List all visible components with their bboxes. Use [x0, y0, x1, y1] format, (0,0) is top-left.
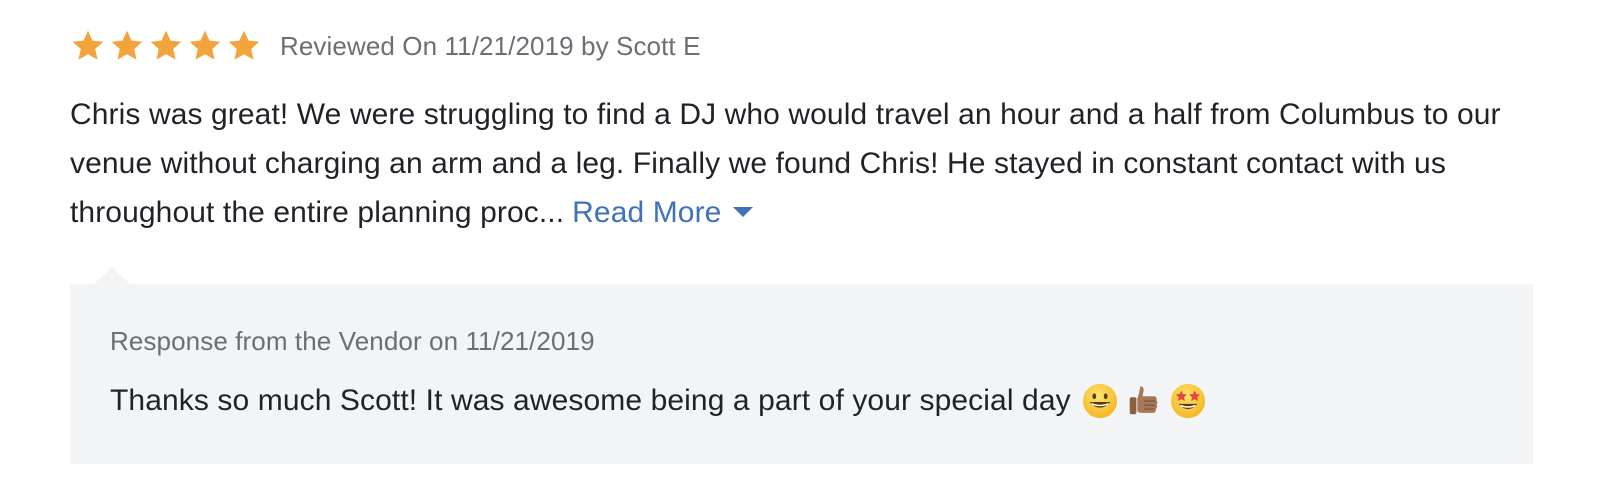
- read-more-link[interactable]: Read More: [572, 196, 754, 229]
- review-card: Reviewed On 11/21/2019 by Scott E Chris …: [70, 22, 1540, 237]
- star-struck-emoji: [1170, 383, 1205, 419]
- response-emojis: [1081, 382, 1207, 420]
- star-rating: [70, 28, 262, 64]
- review-text: Chris was great! We were struggling to f…: [70, 98, 1501, 229]
- star-icon: [150, 30, 182, 60]
- star-icon: [189, 30, 221, 60]
- response-header: Response from the Vendor on 11/21/2019: [110, 326, 595, 356]
- grinning-face-emoji: [1082, 383, 1117, 419]
- star-icon: [111, 30, 143, 60]
- review-meta: Reviewed On 11/21/2019 by Scott E: [280, 30, 701, 61]
- response-text-row: Thanks so much Scott! It was awesome bei…: [110, 382, 1207, 420]
- vendor-response: Response from the Vendor on 11/21/2019 T…: [70, 267, 1533, 464]
- read-more-label[interactable]: Read More: [572, 196, 721, 229]
- review-meta-row: Reviewed On 11/21/2019 by Scott E: [70, 22, 1540, 70]
- star-icon: [228, 30, 260, 60]
- response-text: Thanks so much Scott! It was awesome bei…: [110, 384, 1071, 417]
- star-icon: [72, 30, 104, 60]
- response-pointer: [94, 267, 130, 284]
- caret-down-icon[interactable]: [733, 207, 754, 218]
- thumbs-up-emoji: [1129, 386, 1158, 415]
- review-body: Chris was great! We were struggling to f…: [70, 90, 1540, 237]
